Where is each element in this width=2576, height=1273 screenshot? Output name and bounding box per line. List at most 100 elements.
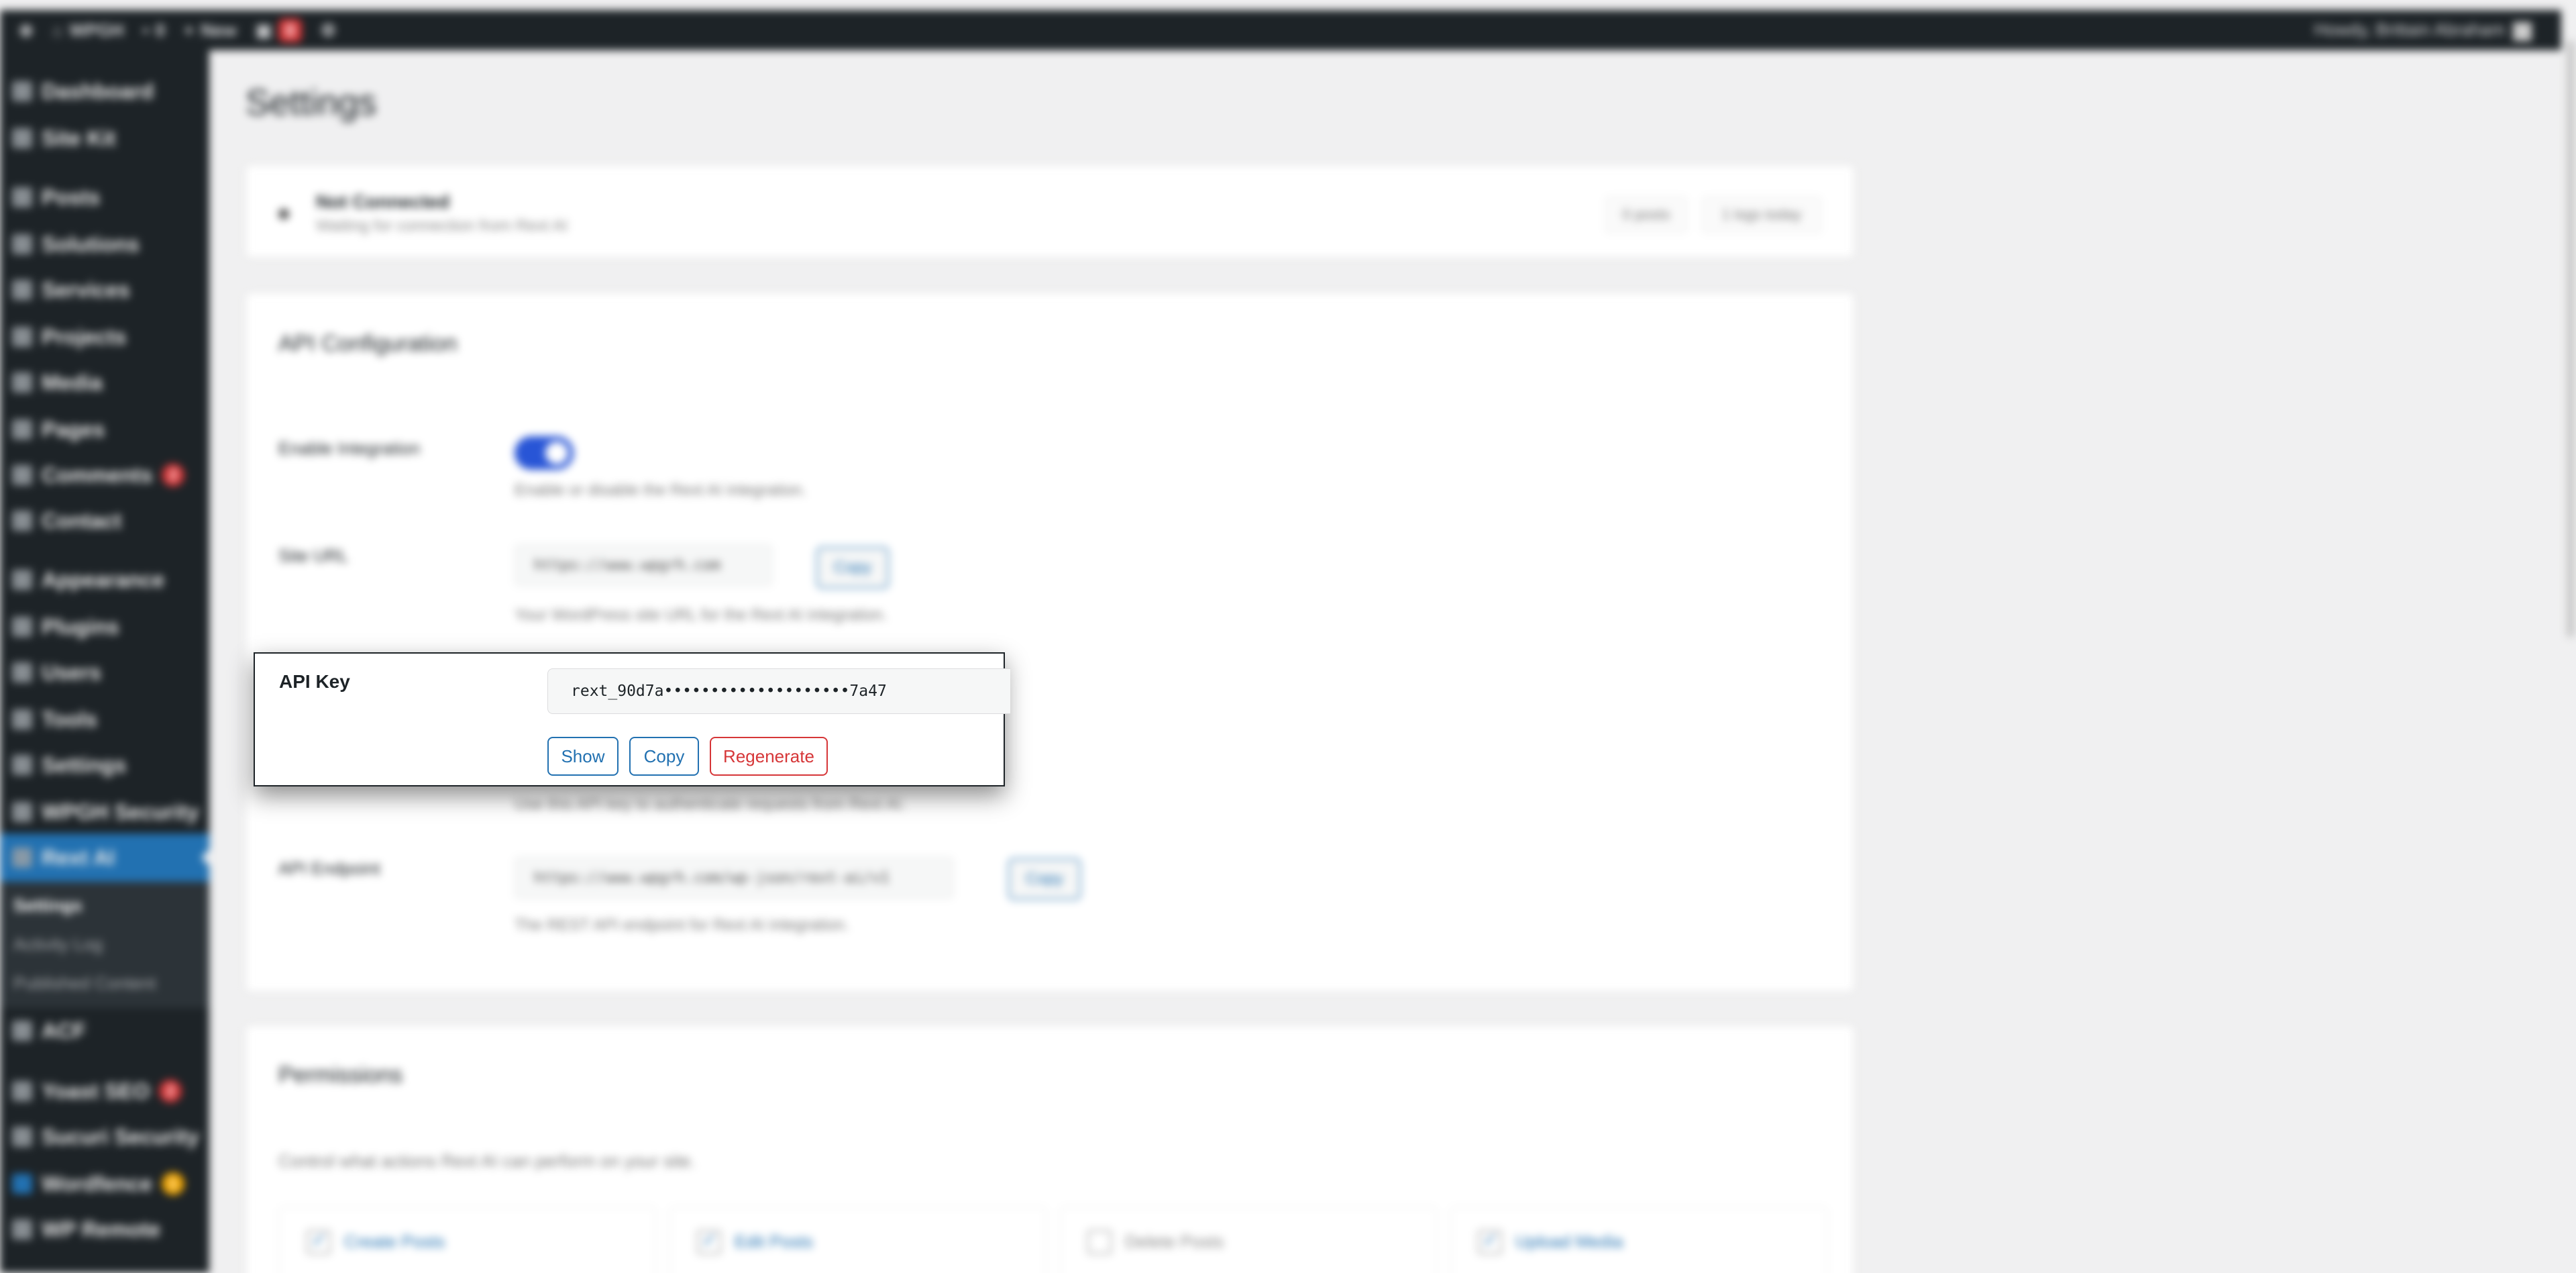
api-config-heading: API Configuration xyxy=(278,331,458,356)
sidebar-item-tools[interactable]: Tools xyxy=(12,703,207,735)
new-content-link[interactable]: + New xyxy=(184,20,237,41)
sidebar-item-label: Pages xyxy=(42,417,105,442)
pin-icon xyxy=(12,187,32,207)
status-subtitle: Waiting for connection from Rext AI xyxy=(316,217,568,235)
status-dot-icon xyxy=(278,209,289,219)
sidebar-item-posts[interactable]: Posts xyxy=(12,181,207,213)
pin-icon xyxy=(12,280,32,300)
copy-api-key-button[interactable]: Copy xyxy=(629,737,699,776)
sidebar-item-label: Tools xyxy=(42,707,97,731)
permission-delete-posts[interactable]: Delete Posts xyxy=(1060,1207,1437,1273)
wp-admin-page: ⊛ ⌂ WPGH ▪ 0 + New ▣ 0 ⚙ Howdy, Brittain… xyxy=(0,0,2576,1273)
sidebar-item-media[interactable]: Media xyxy=(12,366,207,399)
sidebar-item-label: Settings xyxy=(42,752,127,777)
notification-count-badge: 1 xyxy=(161,1172,184,1195)
sidebar-item-pages[interactable]: Pages xyxy=(12,413,207,446)
sidebar-item-plugins[interactable]: Plugins xyxy=(12,611,207,643)
permission-label: Upload Media xyxy=(1515,1231,1623,1252)
sidebar-item-wpgh-security[interactable]: WPGH Security xyxy=(12,796,207,828)
permission-label: Delete Posts xyxy=(1125,1231,1224,1252)
grid-icon xyxy=(12,1021,32,1041)
site-url-copy-button[interactable]: Copy xyxy=(816,547,889,589)
sidebar-item-label: Posts xyxy=(42,185,101,209)
sidebar-item-label: Services xyxy=(42,277,130,302)
site-url-field[interactable]: https://www.wpgrh.com xyxy=(515,544,772,586)
gear-icon xyxy=(12,234,32,254)
enable-integration-toggle[interactable] xyxy=(515,436,574,470)
scrollbar-thumb[interactable] xyxy=(2567,40,2575,638)
page-title: Settings xyxy=(246,83,377,123)
sidebar-item-comments[interactable]: Comments 2 xyxy=(12,459,207,491)
sidebar-item-appearance[interactable]: Appearance xyxy=(12,564,207,596)
page-icon xyxy=(12,419,32,440)
dashboard-icon xyxy=(12,81,32,101)
sidebar-item-label: Wordfence xyxy=(42,1171,152,1196)
api-endpoint-label: API Endpoint xyxy=(278,858,380,878)
sidebar-item-label: Projects xyxy=(42,324,127,349)
submenu-item-activity-log[interactable]: Activity Log xyxy=(13,934,103,955)
checkbox-checked-icon[interactable] xyxy=(1478,1229,1502,1254)
avatar xyxy=(2513,21,2532,41)
logs-count-pill: 1 logs today xyxy=(1702,197,1821,233)
api-endpoint-copy-button[interactable]: Copy xyxy=(1008,858,1081,900)
wordpress-logo-icon[interactable]: ⊛ xyxy=(19,20,34,41)
sidebar-item-solutions[interactable]: Solutions xyxy=(12,228,207,260)
checkbox-unchecked-icon[interactable] xyxy=(1087,1230,1112,1254)
sidebar-item-projects[interactable]: Projects xyxy=(12,321,207,353)
plug-icon xyxy=(12,617,32,637)
sidebar-item-label: ACF xyxy=(42,1018,86,1043)
permission-create-posts[interactable]: Create Posts xyxy=(279,1207,656,1273)
user-icon xyxy=(12,662,32,682)
sidebar-item-dashboard[interactable]: Dashboard xyxy=(12,75,207,107)
sidebar-item-wordfence[interactable]: Wordfence 1 xyxy=(12,1168,207,1200)
settings-gear-icon[interactable]: ⚙ xyxy=(321,20,336,41)
admin-bar: ⊛ ⌂ WPGH ▪ 0 + New ▣ 0 ⚙ Howdy, Brittain… xyxy=(0,10,2561,50)
api-key-popup: API Key rext_90d7a••••••••••••••••••••7a… xyxy=(254,652,1010,786)
permission-upload-media[interactable]: Upload Media xyxy=(1450,1207,1827,1273)
sidebar-item-yoast-seo[interactable]: Yoast SEO 2 xyxy=(12,1075,207,1107)
sidebar-item-label: Dashboard xyxy=(42,79,154,103)
sidebar-item-settings[interactable]: Settings xyxy=(12,749,207,781)
site-name-link[interactable]: ⌂ WPGH xyxy=(52,20,124,41)
checkbox-checked-icon[interactable] xyxy=(697,1229,721,1254)
sidebar-item-sucuri-security[interactable]: Sucuri Security xyxy=(12,1121,207,1153)
sidebar-item-wp-remote[interactable]: WP Remote xyxy=(12,1213,207,1245)
enable-integration-hint: Enable or disable the Rext AI integratio… xyxy=(515,481,806,499)
checkbox-checked-icon[interactable] xyxy=(307,1229,331,1254)
regenerate-api-key-button[interactable]: Regenerate xyxy=(710,737,828,776)
api-key-hint: Use this API key to authenticate request… xyxy=(515,795,906,813)
sidebar-item-acf[interactable]: ACF xyxy=(12,1015,207,1047)
permission-edit-posts[interactable]: Edit Posts xyxy=(669,1207,1046,1273)
sidebar-item-label: WPGH Security xyxy=(42,799,199,824)
api-key-label: API Key xyxy=(279,671,350,692)
permission-label: Create Posts xyxy=(344,1231,445,1252)
show-api-key-button[interactable]: Show xyxy=(547,737,619,776)
posts-count-pill: 0 posts xyxy=(1605,197,1687,233)
api-key-field[interactable]: rext_90d7a••••••••••••••••••••7a47 xyxy=(547,668,1010,714)
comments-link[interactable]: ▪ 0 xyxy=(142,20,165,41)
sidebar-submenu: Settings Activity Log Published Content xyxy=(0,882,209,1008)
mail-icon xyxy=(12,511,32,531)
sidebar-item-label: Contact xyxy=(42,508,122,533)
connection-status-card: Not Connected Waiting for connection fro… xyxy=(246,165,1854,258)
wrench-icon xyxy=(12,709,32,729)
toggle-knob xyxy=(545,442,568,464)
sidebar-item-services[interactable]: Services xyxy=(12,274,207,306)
submenu-item-settings[interactable]: Settings xyxy=(13,895,83,916)
submenu-item-published-content[interactable]: Published Content xyxy=(13,973,156,994)
updates-link[interactable]: ▣ 0 xyxy=(256,18,302,42)
sidebar-item-contact[interactable]: Contact xyxy=(12,505,207,537)
media-icon xyxy=(12,372,32,393)
sidebar-item-label: Media xyxy=(42,370,103,395)
api-endpoint-field[interactable]: https://www.wpgrh.com/wp-json/rext-ai/v1 xyxy=(515,857,953,899)
sidebar-item-label: Plugins xyxy=(42,614,119,639)
permissions-hint: Control what actions Rext AI can perform… xyxy=(278,1151,696,1171)
home-icon xyxy=(12,848,32,868)
sidebar-item-users[interactable]: Users xyxy=(12,656,207,689)
howdy-account-link[interactable]: Howdy, Brittain Abraham xyxy=(2314,19,2532,41)
notification-count-badge: 2 xyxy=(159,1080,182,1103)
sidebar-item-site-kit[interactable]: Site Kit xyxy=(12,122,207,154)
status-title: Not Connected xyxy=(316,191,450,212)
sidebar-item-label: Rext AI xyxy=(42,845,115,870)
sidebar-item-rext-ai[interactable]: Rext AI xyxy=(12,842,207,874)
